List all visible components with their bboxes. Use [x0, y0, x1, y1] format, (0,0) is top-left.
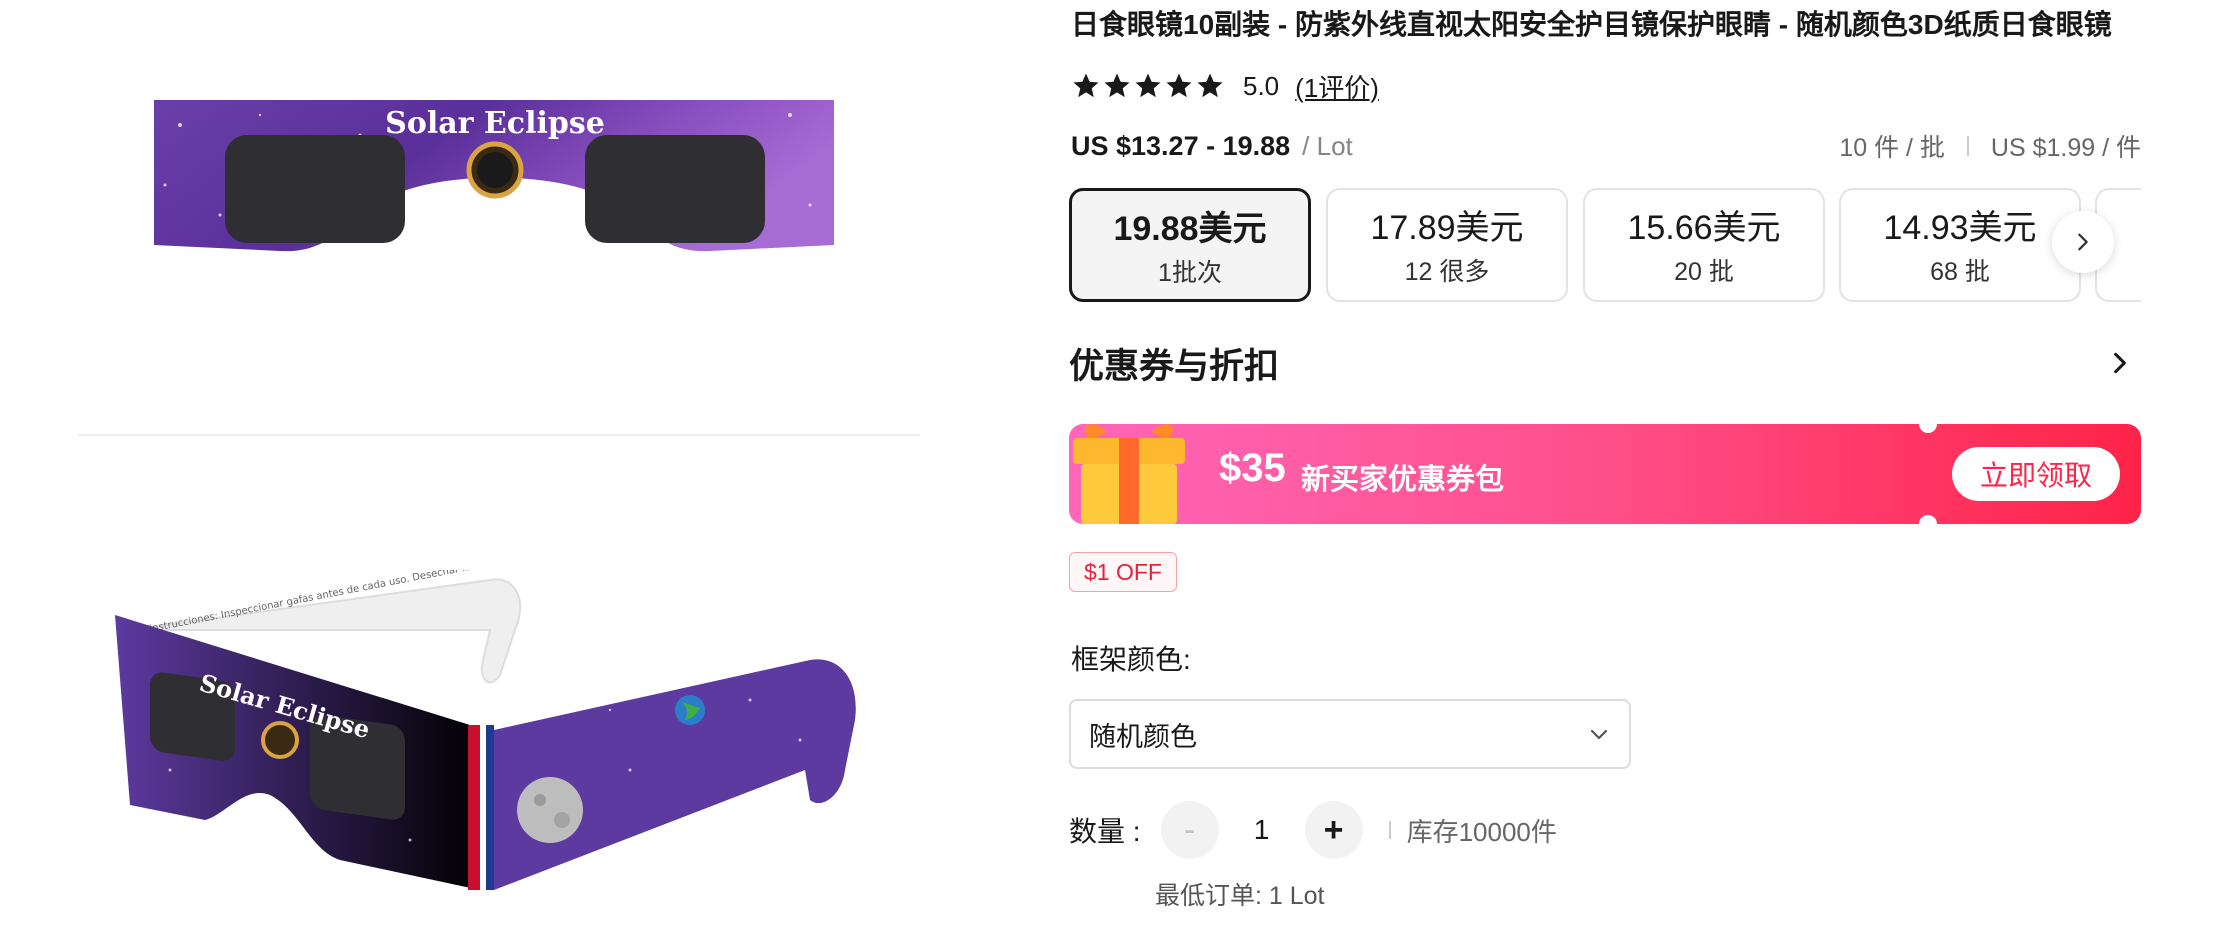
product-title: 日食眼镜10副装 - 防紫外线直视太阳安全护目镜保护眼睛 - 随机颜色3D纸质日…	[1071, 9, 2112, 40]
star-rating	[1071, 71, 1225, 101]
price-tiers: 19.88美元 1批次 17.89美元 12 很多 15.66美元 20 批 1…	[1069, 188, 2141, 304]
gift-box-icon	[1073, 424, 1185, 524]
tiers-next-button[interactable]	[2052, 211, 2114, 273]
price-unit: / Lot	[1302, 130, 1353, 161]
star-icon	[1104, 73, 1130, 98]
star-icon	[1073, 73, 1099, 98]
stock-count: 库存10000件	[1406, 816, 1557, 847]
rating-score: 5.0	[1243, 70, 1280, 101]
per-piece-price: US $1.99 / 件	[1990, 134, 2141, 162]
price-tier[interactable]: 19.88美元 1批次	[1069, 188, 1311, 302]
price-tier[interactable]: 17.89美元 12 很多	[1326, 188, 1568, 302]
claim-coupon-button[interactable]: 立即领取	[1952, 447, 2120, 501]
price-range: US $13.27 - 19.88	[1071, 130, 1291, 161]
lot-size: 10 件 / 批	[1839, 134, 1945, 162]
selected-color: 随机颜色	[1089, 721, 1197, 752]
lot-info: 10 件 / 批 US $1.99 / 件	[1839, 128, 2141, 164]
tier-quantity: 68 批	[1930, 258, 1990, 286]
discount-tag[interactable]: $1 OFF	[1069, 552, 1177, 592]
product-image-front[interactable]: Solar Eclipse	[150, 95, 840, 285]
tier-price: 19.88美元	[1113, 210, 1267, 248]
coupon-description: 新买家优惠券包	[1301, 464, 1505, 496]
tier-quantity: 12 很多	[1404, 258, 1490, 286]
chevron-right-icon	[2078, 233, 2088, 251]
minimum-order: 最低订单: 1 Lot	[1155, 882, 1325, 910]
product-image-angled[interactable]: Instrucciones: Inspeccionar gafas antes …	[110, 570, 880, 900]
new-buyer-coupon-banner[interactable]: $35 新买家优惠券包 立即领取	[1069, 415, 2141, 533]
quantity-decrease-button[interactable]: -	[1160, 801, 1219, 859]
coupons-title: 优惠券与折扣	[1069, 346, 1280, 386]
tier-quantity: 20 批	[1674, 258, 1734, 286]
price-row: US $13.27 - 19.88 / Lot 10 件 / 批 US $1.9…	[1071, 128, 2141, 164]
ticket-notch	[1919, 515, 1937, 533]
quantity-row: 数量 : - 1 + 库存10000件	[1069, 800, 1557, 860]
star-icon	[1135, 73, 1161, 98]
quantity-value[interactable]: 1	[1219, 814, 1305, 846]
price-tier[interactable]: 14.93美元 68 批	[1839, 188, 2081, 302]
tier-price: 14.93美元	[1883, 209, 2037, 247]
chevron-right-icon	[2114, 352, 2126, 374]
frame-color-select[interactable]: 随机颜色	[1069, 699, 1631, 769]
coupon-amount: $35	[1219, 446, 1286, 490]
star-icon	[1166, 73, 1192, 98]
separator	[1388, 821, 1391, 839]
tier-price: 15.66美元	[1627, 209, 1781, 247]
coupons-header[interactable]: 优惠券与折扣	[1069, 340, 2141, 386]
chevron-down-icon	[1590, 729, 1608, 740]
price-tier[interactable]: 15.66美元 20 批	[1583, 188, 1825, 302]
frame-color-label: 框架颜色:	[1071, 644, 1191, 675]
rating-row: 5.0 (1评价)	[1071, 68, 1379, 104]
quantity-increase-button[interactable]: +	[1304, 801, 1363, 859]
image-divider	[78, 434, 920, 436]
reviews-link[interactable]: (1评价)	[1295, 68, 1379, 105]
glasses-print-text: Solar Eclipse	[385, 106, 605, 141]
tier-price: 17.89美元	[1370, 209, 1524, 247]
tier-quantity: 1批次	[1158, 259, 1222, 287]
product-gallery: Solar Eclipse Instrucciones: Inspecciona…	[0, 0, 1000, 933]
quantity-label: 数量 :	[1069, 816, 1141, 847]
star-icon	[1197, 73, 1223, 98]
product-info-panel: 日食眼镜10副装 - 防紫外线直视太阳安全护目镜保护眼睛 - 随机颜色3D纸质日…	[1069, 0, 2141, 933]
separator	[1966, 136, 1969, 156]
ticket-notch	[1919, 415, 1937, 433]
